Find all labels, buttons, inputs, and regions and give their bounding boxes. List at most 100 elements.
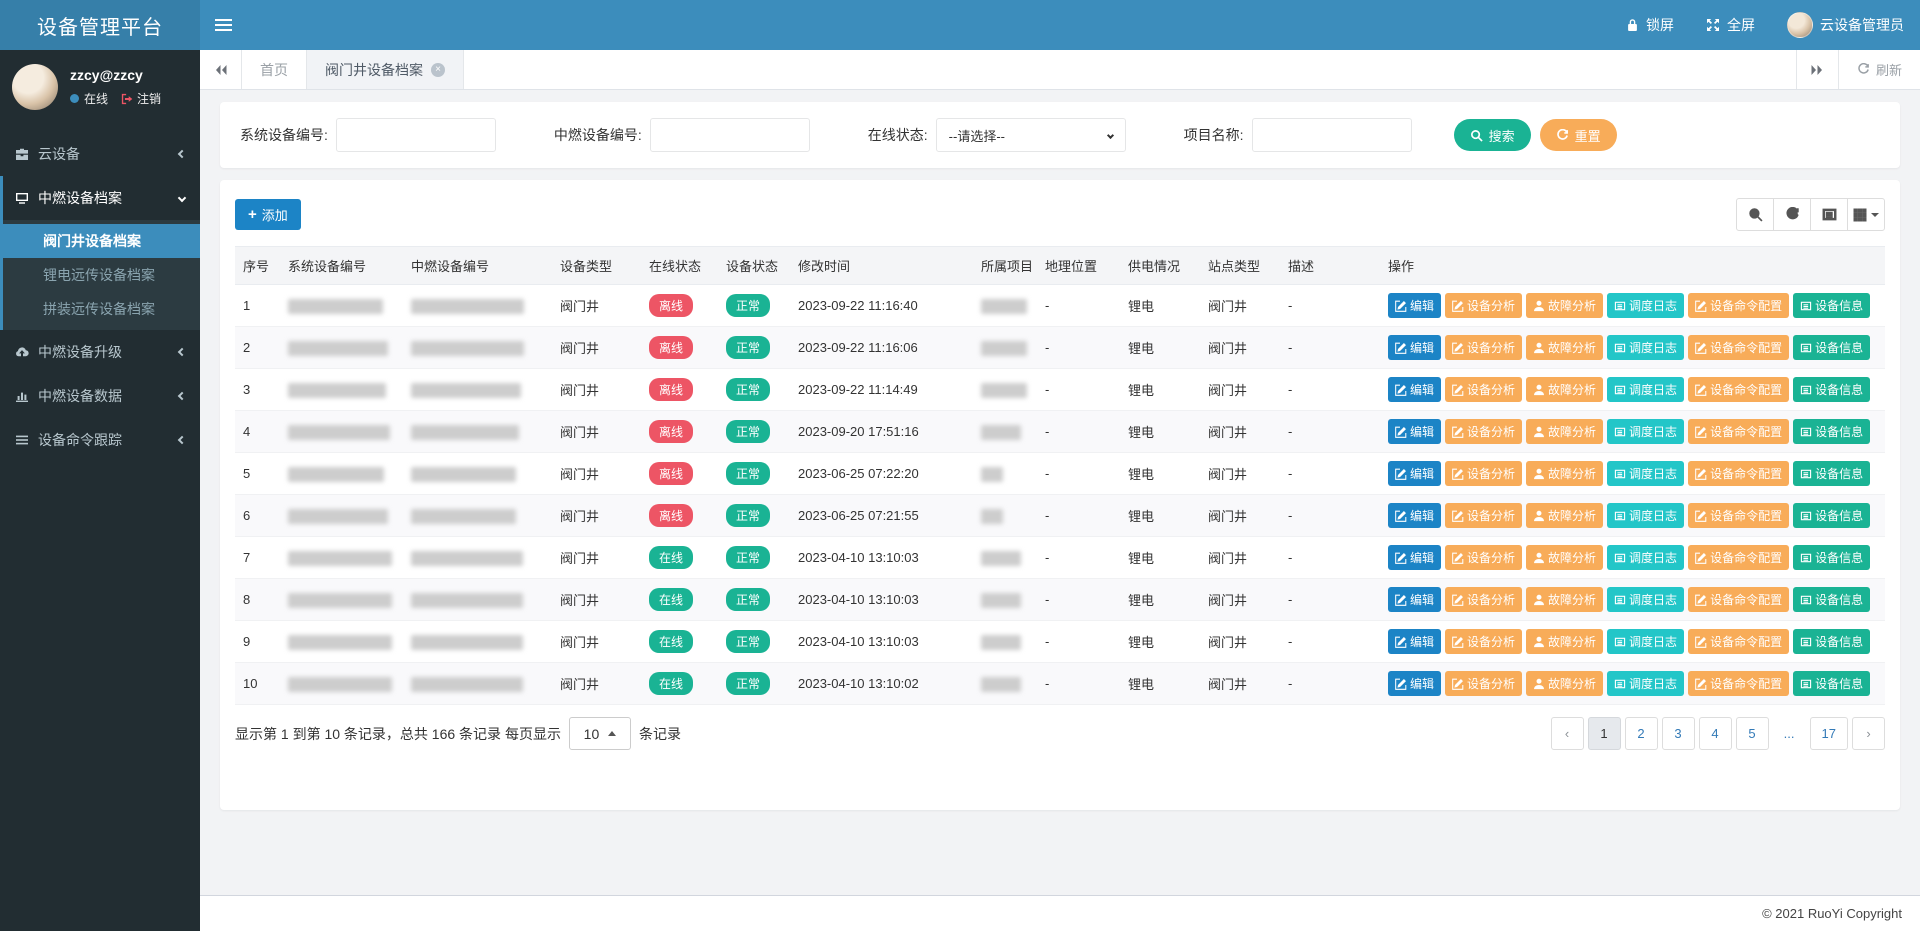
edit-button[interactable]: 编辑 [1388, 587, 1441, 612]
page-size-select[interactable]: 10 [569, 717, 631, 750]
sidebar-item-cloud-devices[interactable]: 云设备 [0, 132, 200, 176]
device-analysis-button[interactable]: 设备分析 [1445, 671, 1522, 696]
fault-analysis-button[interactable]: 故障分析 [1526, 419, 1603, 444]
tab-home[interactable]: 首页 [242, 50, 307, 89]
device-command-config-button[interactable]: 设备命令配置 [1688, 293, 1789, 318]
dispatch-log-button[interactable]: 调度日志 [1607, 335, 1684, 360]
device-analysis-button[interactable]: 设备分析 [1445, 503, 1522, 528]
pagination-page-button[interactable]: 5 [1736, 717, 1769, 750]
search-button[interactable]: 搜索 [1454, 119, 1531, 151]
device-info-button[interactable]: 设备信息 [1793, 461, 1870, 486]
tab-close-icon[interactable]: × [431, 63, 445, 77]
pagination-page-button[interactable]: 17 [1810, 717, 1848, 750]
device-info-button[interactable]: 设备信息 [1793, 629, 1870, 654]
fault-analysis-button[interactable]: 故障分析 [1526, 629, 1603, 654]
dispatch-log-button[interactable]: 调度日志 [1607, 587, 1684, 612]
tab-refresh-button[interactable]: 刷新 [1838, 50, 1920, 89]
device-command-config-button[interactable]: 设备命令配置 [1688, 587, 1789, 612]
dispatch-log-button[interactable]: 调度日志 [1607, 629, 1684, 654]
add-button[interactable]: + 添加 [235, 199, 301, 230]
device-info-button[interactable]: 设备信息 [1793, 545, 1870, 570]
dispatch-log-button[interactable]: 调度日志 [1607, 671, 1684, 696]
dispatch-log-button[interactable]: 调度日志 [1607, 419, 1684, 444]
dispatch-log-button[interactable]: 调度日志 [1607, 377, 1684, 402]
dispatch-log-button[interactable]: 调度日志 [1607, 503, 1684, 528]
pagination-prev-button[interactable]: ‹ [1551, 717, 1584, 750]
device-info-button[interactable]: 设备信息 [1793, 419, 1870, 444]
sidebar-item-device-command-trace[interactable]: 设备命令跟踪 [0, 418, 200, 462]
device-command-config-button[interactable]: 设备命令配置 [1688, 461, 1789, 486]
device-info-button[interactable]: 设备信息 [1793, 335, 1870, 360]
system-device-id-input[interactable] [336, 118, 496, 152]
edit-button[interactable]: 编辑 [1388, 335, 1441, 360]
fault-analysis-button[interactable]: 故障分析 [1526, 293, 1603, 318]
device-info-button[interactable]: 设备信息 [1793, 671, 1870, 696]
sidebar-toggle-button[interactable] [200, 0, 246, 50]
pagination-page-button[interactable]: 4 [1699, 717, 1732, 750]
zr-device-id-input[interactable] [650, 118, 810, 152]
logout-link[interactable]: 注销 [121, 90, 161, 107]
device-analysis-button[interactable]: 设备分析 [1445, 377, 1522, 402]
sidebar-item-zr-device-data[interactable]: 中燃设备数据 [0, 374, 200, 418]
fault-analysis-button[interactable]: 故障分析 [1526, 671, 1603, 696]
device-command-config-button[interactable]: 设备命令配置 [1688, 503, 1789, 528]
device-command-config-button[interactable]: 设备命令配置 [1688, 671, 1789, 696]
online-state-select[interactable]: --请选择-- [936, 118, 1126, 152]
sidebar-item-zr-device-archive[interactable]: 中燃设备档案 [3, 176, 200, 220]
device-command-config-button[interactable]: 设备命令配置 [1688, 545, 1789, 570]
device-analysis-button[interactable]: 设备分析 [1445, 293, 1522, 318]
sidebar-item-zr-device-upgrade[interactable]: 中燃设备升级 [0, 330, 200, 374]
sidebar-item-lithium-remote-archive[interactable]: 锂电远传设备档案 [3, 258, 200, 292]
sidebar-item-assembled-remote-archive[interactable]: 拼装远传设备档案 [3, 292, 200, 326]
fault-analysis-button[interactable]: 故障分析 [1526, 545, 1603, 570]
device-command-config-button[interactable]: 设备命令配置 [1688, 377, 1789, 402]
edit-button[interactable]: 编辑 [1388, 377, 1441, 402]
dispatch-log-button[interactable]: 调度日志 [1607, 293, 1684, 318]
table-view-toggle-button[interactable] [1810, 198, 1848, 231]
device-analysis-button[interactable]: 设备分析 [1445, 335, 1522, 360]
tabs-scroll-right-button[interactable] [1796, 50, 1838, 89]
edit-button[interactable]: 编辑 [1388, 545, 1441, 570]
pagination-page-button[interactable]: 3 [1662, 717, 1695, 750]
table-columns-button[interactable] [1847, 198, 1885, 231]
pagination-page-button[interactable]: 2 [1625, 717, 1658, 750]
fault-analysis-button[interactable]: 故障分析 [1526, 461, 1603, 486]
edit-button[interactable]: 编辑 [1388, 293, 1441, 318]
edit-button[interactable]: 编辑 [1388, 671, 1441, 696]
device-analysis-button[interactable]: 设备分析 [1445, 587, 1522, 612]
project-name-input[interactable] [1252, 118, 1412, 152]
dispatch-log-button[interactable]: 调度日志 [1607, 545, 1684, 570]
pagination-page-button[interactable]: 1 [1588, 717, 1621, 750]
device-analysis-button[interactable]: 设备分析 [1445, 419, 1522, 444]
tabs-scroll-left-button[interactable] [200, 50, 242, 89]
edit-button[interactable]: 编辑 [1388, 461, 1441, 486]
device-info-button[interactable]: 设备信息 [1793, 587, 1870, 612]
fullscreen-button[interactable]: 全屏 [1690, 0, 1771, 50]
device-analysis-button[interactable]: 设备分析 [1445, 461, 1522, 486]
device-analysis-button[interactable]: 设备分析 [1445, 545, 1522, 570]
fault-analysis-button[interactable]: 故障分析 [1526, 377, 1603, 402]
device-info-button[interactable]: 设备信息 [1793, 503, 1870, 528]
edit-button[interactable]: 编辑 [1388, 629, 1441, 654]
pagination-next-button[interactable]: › [1852, 717, 1885, 750]
lock-screen-button[interactable]: 锁屏 [1610, 0, 1690, 50]
user-menu[interactable]: 云设备管理员 [1771, 0, 1920, 50]
user-avatar[interactable] [12, 64, 58, 110]
table-search-toggle-button[interactable] [1736, 198, 1774, 231]
fault-analysis-button[interactable]: 故障分析 [1526, 503, 1603, 528]
edit-button[interactable]: 编辑 [1388, 503, 1441, 528]
edit-button[interactable]: 编辑 [1388, 419, 1441, 444]
fault-analysis-button[interactable]: 故障分析 [1526, 587, 1603, 612]
sidebar-item-valve-well-archive[interactable]: 阀门井设备档案 [3, 224, 200, 258]
device-command-config-button[interactable]: 设备命令配置 [1688, 419, 1789, 444]
device-info-button[interactable]: 设备信息 [1793, 377, 1870, 402]
reset-button[interactable]: 重置 [1540, 119, 1617, 151]
tab-valve-well-archive[interactable]: 阀门井设备档案 × [307, 50, 464, 89]
fault-analysis-button[interactable]: 故障分析 [1526, 335, 1603, 360]
dispatch-log-button[interactable]: 调度日志 [1607, 461, 1684, 486]
device-command-config-button[interactable]: 设备命令配置 [1688, 629, 1789, 654]
table-refresh-button[interactable] [1773, 198, 1811, 231]
device-info-button[interactable]: 设备信息 [1793, 293, 1870, 318]
device-analysis-button[interactable]: 设备分析 [1445, 629, 1522, 654]
device-command-config-button[interactable]: 设备命令配置 [1688, 335, 1789, 360]
